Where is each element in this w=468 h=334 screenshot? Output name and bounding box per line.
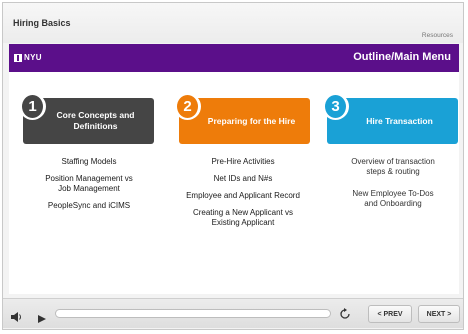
logo-text: NYU	[24, 53, 42, 62]
topic-item: Pre-Hire Activities	[211, 157, 275, 166]
topic-item: Overview of transaction steps & routing	[351, 157, 435, 176]
module-1-topics: Staffing Models Position Management vs J…	[19, 157, 159, 218]
slide-content: Core Concepts and Definitions 1 Preparin…	[9, 72, 459, 294]
next-button[interactable]: NEXT >	[418, 305, 460, 323]
topic-item: Employee and Applicant Record	[186, 191, 300, 200]
slide-banner: NYU Outline/Main Menu	[9, 44, 459, 72]
module-2-topics: Pre-Hire Activities Net IDs and N#s Empl…	[173, 157, 313, 235]
course-title: Hiring Basics	[13, 18, 71, 28]
module-2-number-badge: 2	[174, 93, 201, 120]
topic-item: Position Management vs Job Management	[45, 174, 133, 193]
module-3-number: 3	[325, 95, 346, 118]
module-1-number: 1	[22, 95, 43, 118]
module-1-title: Core Concepts and Definitions	[56, 110, 135, 131]
course-header: Hiring Basics Resources	[3, 3, 463, 43]
topic-item: Net IDs and N#s	[213, 174, 273, 183]
nyu-logo: NYU	[14, 53, 42, 62]
module-3-topics: Overview of transaction steps & routing …	[323, 157, 463, 221]
play-icon[interactable]	[38, 310, 46, 323]
topic-item: Staffing Models	[61, 157, 117, 166]
topic-item: New Employee To-Dos and Onboarding	[352, 189, 434, 208]
seek-bar[interactable]	[55, 309, 331, 318]
slide-title: Outline/Main Menu	[353, 51, 451, 63]
prev-button[interactable]: < PREV	[368, 305, 412, 323]
module-2-title: Preparing for the Hire	[207, 115, 296, 126]
module-3-title: Hire Transaction	[366, 115, 433, 126]
module-3-number-badge: 3	[322, 93, 349, 120]
topic-item: PeopleSync and iCIMS	[47, 201, 131, 210]
module-2-number: 2	[177, 95, 198, 118]
replay-icon[interactable]	[339, 307, 351, 319]
topic-item: Creating a New Applicant vs Existing App…	[192, 208, 294, 227]
player-controls: < PREV NEXT >	[3, 298, 463, 328]
volume-icon[interactable]	[11, 309, 23, 322]
torch-icon	[14, 53, 22, 62]
module-1-number-badge: 1	[19, 93, 46, 120]
resources-link[interactable]: Resources	[422, 32, 453, 39]
